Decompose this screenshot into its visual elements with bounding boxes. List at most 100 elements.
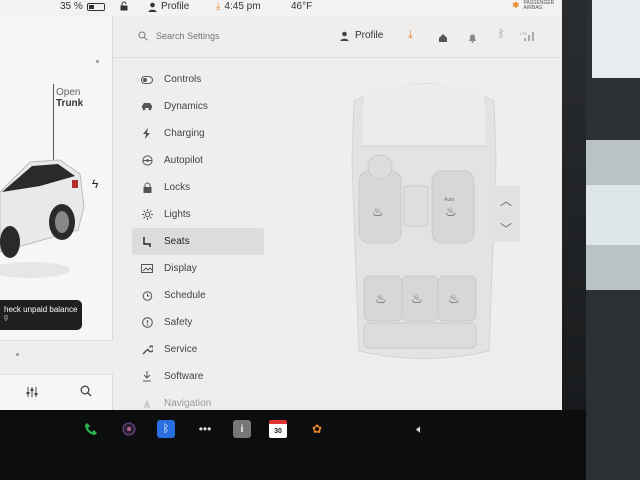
calendar-day: 30 <box>274 427 282 435</box>
seat-down-button[interactable]: ﹀ <box>492 214 520 242</box>
menu-item-label: Charging <box>164 128 205 139</box>
svg-text:♨: ♨ <box>375 292 387 307</box>
toggle-icon <box>140 73 154 87</box>
charging-bolt-icon: ϟ <box>92 177 99 191</box>
menu-item-label: Display <box>164 263 197 274</box>
rear-right-seat[interactable]: ♨ <box>437 275 477 322</box>
download-icon: ⤓ <box>216 1 221 12</box>
menu-item-label: Dynamics <box>164 101 208 112</box>
toast-message: heck unpaid balance <box>4 305 78 314</box>
software-download-icon[interactable]: ⤓ <box>408 29 413 42</box>
svg-text:♨: ♨ <box>372 205 384 220</box>
menu-item-label: Locks <box>164 182 191 193</box>
bluetooth-app-icon[interactable]: ᛒ <box>157 420 175 438</box>
settings-panel: Profile ⤓ ᛒ LTE Controls Dynamics Charging… <box>114 16 562 410</box>
device-frame: 35 % Profile ⤓ 4:45 pm 46°F ✱ PASSENGER … <box>0 0 640 480</box>
bluetooth-icon[interactable]: ᛒ <box>498 28 505 40</box>
status-time-group: ⤓ 4:45 pm <box>216 1 261 12</box>
more-apps-icon[interactable]: ••• <box>196 420 214 438</box>
passenger-seat[interactable]: Auto ♨ <box>431 170 475 244</box>
menu-item-label: Lights <box>164 209 191 220</box>
menu-item-lights[interactable]: Lights <box>132 201 264 228</box>
topbar-profile-button[interactable]: Profile <box>340 30 383 41</box>
download-icon <box>140 370 154 384</box>
unlock-icon[interactable] <box>119 1 129 11</box>
open-trunk-button[interactable]: Open Trunk <box>56 87 106 109</box>
trunk-label: Trunk <box>56 98 84 109</box>
open-label: Open <box>56 87 81 98</box>
lte-signal-icon: LTE <box>520 29 536 47</box>
airbag-icon: ✱ <box>512 0 520 10</box>
equalizer-icon[interactable] <box>26 385 38 403</box>
menu-item-software[interactable]: Software <box>132 363 264 390</box>
menu-item-label: Software <box>164 371 204 382</box>
homelink-icon[interactable] <box>438 30 448 48</box>
svg-text:LTE: LTE <box>520 31 527 36</box>
battery-indicator: 35 % <box>60 1 105 12</box>
status-profile[interactable]: Profile <box>148 1 189 12</box>
menu-item-schedule[interactable]: Schedule <box>132 282 264 309</box>
menu-item-safety[interactable]: Safety <box>132 309 264 336</box>
menu-item-label: Service <box>164 344 198 355</box>
left-footer <box>0 374 113 410</box>
settings-search-input[interactable] <box>156 28 316 44</box>
window-background <box>586 0 640 480</box>
airbag-text: PASSENGER AIRBAG <box>523 0 555 11</box>
menu-item-label: Navigation <box>164 398 212 409</box>
menu-item-controls[interactable]: Controls <box>132 66 264 93</box>
topbar-profile-label: Profile <box>355 30 384 41</box>
volume-icon[interactable]: 🔈︎ <box>411 420 429 438</box>
passenger-airbag-indicator: ✱ PASSENGER AIRBAG <box>512 0 554 11</box>
seat-up-button[interactable]: ︿ <box>492 186 520 214</box>
menu-item-label: Controls <box>164 74 202 85</box>
battery-icon <box>86 2 105 11</box>
steering-wheel-icon <box>140 154 154 168</box>
rear-center-seat[interactable]: ♨ <box>401 275 439 322</box>
car-panel: Open Trunk ϟ heck unpaid balance g <box>0 16 113 410</box>
menu-item-service[interactable]: Service <box>132 336 264 363</box>
wrench-icon <box>140 343 154 357</box>
phone-icon[interactable] <box>82 420 100 438</box>
menu-item-charging[interactable]: Charging <box>132 120 264 147</box>
menu-item-display[interactable]: Display <box>132 255 264 282</box>
unpaid-balance-toast[interactable]: heck unpaid balance g <box>0 300 82 330</box>
bolt-icon <box>140 127 154 141</box>
calendar-app-icon[interactable]: 30 <box>269 420 287 438</box>
media-card[interactable] <box>0 340 113 374</box>
status-profile-label: Profile <box>161 1 190 12</box>
chevron-up-icon: ︿ <box>499 193 512 208</box>
rear-left-seat[interactable]: ♨ <box>363 275 403 322</box>
menu-item-seats[interactable]: Seats <box>132 228 264 255</box>
settings-search-icon <box>138 31 148 41</box>
menu-item-locks[interactable]: Locks <box>132 174 264 201</box>
seat-auto-label: Auto <box>444 197 455 203</box>
games-app-icon[interactable]: ✿ <box>308 420 326 438</box>
menu-item-navigation[interactable]: Navigation <box>132 390 264 410</box>
dot-indicator <box>96 60 99 63</box>
clock-time: 4:45 pm <box>224 1 261 12</box>
seat-icon <box>140 235 154 249</box>
sun-icon <box>140 208 154 222</box>
person-icon <box>148 2 157 12</box>
chevron-down-icon: ﹀ <box>499 221 512 236</box>
menu-item-autopilot[interactable]: Autopilot <box>132 147 264 174</box>
menu-item-dynamics[interactable]: Dynamics <box>132 93 264 120</box>
center-console <box>403 185 429 227</box>
outside-temperature: 46°F <box>291 1 313 12</box>
car-icon <box>140 100 154 114</box>
person-icon <box>340 31 349 41</box>
app-dock: ᛒ ••• i 30 ✿ 🔈︎ <box>0 410 586 480</box>
touchscreen: 35 % Profile ⤓ 4:45 pm 46°F ✱ PASSENGER … <box>0 0 562 410</box>
media-app-icon[interactable] <box>120 420 138 438</box>
lock-icon <box>140 181 154 195</box>
settings-topbar: Profile ⤓ ᛒ LTE <box>114 16 562 58</box>
menu-item-label: Autopilot <box>164 155 203 166</box>
bell-icon[interactable] <box>468 30 477 48</box>
manual-app-icon[interactable]: i <box>233 420 251 438</box>
toast-sub: g <box>4 314 8 321</box>
navigation-icon <box>140 397 154 411</box>
settings-menu: Controls Dynamics Charging Autopilot Locks Li… <box>132 66 264 410</box>
status-bar: 35 % Profile ⤓ 4:45 pm 46°F ✱ PASSENGER … <box>0 0 562 16</box>
info-icon <box>140 316 154 330</box>
search-icon[interactable] <box>80 384 92 402</box>
